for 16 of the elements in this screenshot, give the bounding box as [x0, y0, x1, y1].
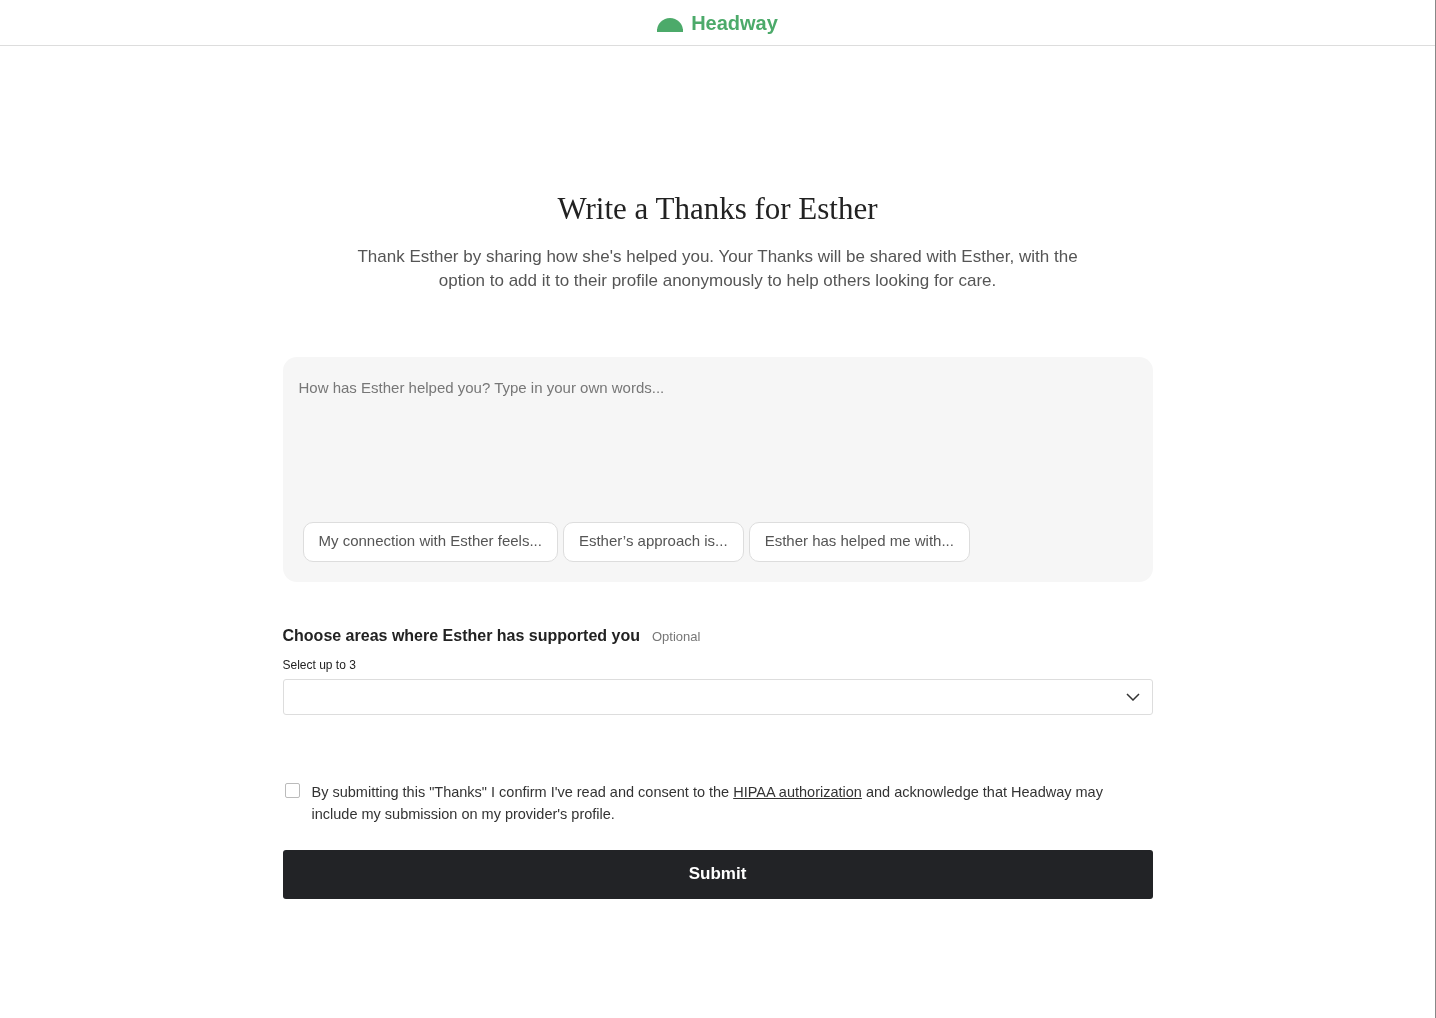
consent-checkbox[interactable] [284, 782, 300, 798]
areas-label: Choose areas where Esther has supported you [282, 625, 640, 646]
prompt-chip[interactable]: My connection with Esther feels... [302, 521, 558, 562]
submit-button[interactable]: Submit [282, 849, 1153, 899]
optional-label: Optional [651, 627, 701, 646]
page-title: Write a Thanks for Esther [556, 190, 879, 228]
chevron-down-icon [1125, 692, 1140, 701]
prompt-chip[interactable]: Esther’s approach is... [562, 521, 744, 562]
hipaa-link[interactable]: HIPAA authorization [733, 783, 862, 800]
consent-text: By submitting this "Thanks" I confirm I've read and consent to the HIPAA authorization and acknowledge that Headway may include my submission on my provider's profile. [311, 782, 1104, 824]
message-field[interactable]: How has Esther helped you? Type in your own words... My connection with Esther feels... Esther’s approach is... Esther has helped me with... [282, 356, 1153, 582]
areas-dropdown[interactable] [282, 678, 1153, 715]
page-subtitle: Thank Esther by sharing how she's helped you. Your Thanks will be shared with Esther, with the option to add it to their profile anonymously to help others looking for care. [356, 245, 1079, 292]
prompt-chip[interactable]: Esther has helped me with... [748, 521, 970, 562]
logo-text: Headway [691, 10, 778, 36]
areas-hint: Select up to 3 [282, 656, 357, 674]
